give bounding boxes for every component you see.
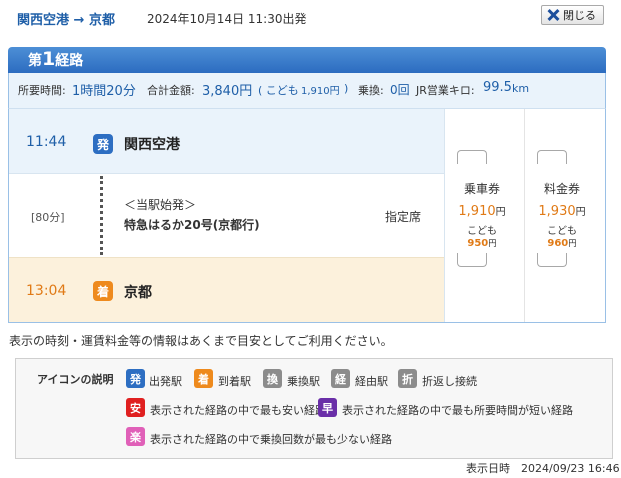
fare-bracket-top (537, 150, 567, 164)
seat-type: 指定席 (385, 210, 422, 224)
fare-child-value: 960 (547, 238, 569, 249)
fare-amount: 1,930円 (532, 203, 592, 219)
child-fare-value: 1,910円 (301, 86, 340, 97)
transfer-label: 乗換: (358, 84, 384, 97)
display-timestamp: 表示日時 2024/09/23 16:46 (466, 462, 620, 475)
fare-child-value: 950 (467, 238, 489, 249)
fare-name: 料金券 (543, 182, 580, 196)
segment-duration: [80分] (31, 211, 65, 224)
fare-label: 合計金額: (147, 84, 195, 97)
fare-unit: 円 (575, 207, 586, 218)
fare-amount-value: 1,930 (538, 204, 576, 219)
arrival-row (9, 257, 444, 322)
route-title: 関西空港 → 京都 (17, 13, 115, 28)
fare-child-unit: 円 (568, 238, 577, 248)
legend-fastest-icon: 早 (318, 398, 337, 417)
train-name: 特急はるか20号(京都行) (124, 218, 260, 232)
fare-divider (444, 109, 445, 322)
close-label: 閉じる (563, 9, 596, 22)
distance-unit: km (512, 82, 530, 95)
legend-cheapest-label: 表示された経路の中で最も安い経路 (150, 404, 326, 417)
legend-fastest-label: 表示された経路の中で最も所要時間が短い経路 (342, 404, 573, 417)
fare-bracket-bottom (457, 253, 487, 267)
fare-ticket: 乗車券 1,910円 こども 950円 (452, 180, 512, 249)
legend-departure-label: 出発駅 (149, 375, 182, 388)
departure-station: 関西空港 (124, 137, 180, 153)
fare-bracket-top (457, 150, 487, 164)
legend-departure-icon: 発 (126, 369, 145, 388)
fare-amount: 1,910円 (452, 203, 512, 219)
legend-easiest-icon: 楽 (126, 427, 145, 446)
arrival-time: 13:04 (26, 283, 67, 299)
route-tab-suffix: 経路 (55, 53, 84, 69)
departure-datetime: 2024年10月14日 11:30出発 (147, 12, 307, 26)
fare-bracket-bottom (537, 253, 567, 267)
child-open: ( こども (258, 84, 299, 97)
segment-line (100, 176, 103, 255)
fare-unit: 円 (495, 207, 506, 218)
route-tab-number: 1 (42, 48, 56, 70)
fare-child-amount: 960円 (532, 237, 592, 249)
fare-express: 料金券 1,930円 こども 960円 (532, 180, 592, 249)
close-icon (546, 8, 560, 22)
fare-child-amount: 950円 (452, 237, 512, 249)
route-tab: 第1経路 (8, 47, 606, 73)
distance-value: 99.5 (483, 80, 512, 95)
arrival-badge-icon: 着 (93, 281, 113, 301)
time-label: 所要時間: (18, 84, 66, 97)
route-summary: 所要時間: 1時間20分 合計金額: 3,840円 ( こども 1,910円 )… (8, 73, 606, 109)
legend-easiest-label: 表示された経路の中で乗換回数が最も少ない経路 (150, 433, 392, 446)
fare-child-label: こども (547, 226, 577, 237)
origin-note: ＜当駅始発＞ (124, 198, 197, 212)
legend-via-label: 経由駅 (355, 375, 388, 388)
fare-value: 3,840円 (202, 84, 253, 99)
fare-amount-value: 1,910 (458, 204, 496, 219)
departure-time: 11:44 (26, 134, 67, 150)
legend-via-icon: 経 (331, 369, 350, 388)
time-value: 1時間20分 (72, 84, 136, 99)
disclaimer-note: 表示の時刻・運賃料金等の情報はあくまで目安としてご利用ください。 (9, 334, 393, 348)
legend-turnback-label: 折返し接続 (422, 375, 477, 388)
legend-arrival-label: 到着駅 (218, 375, 251, 388)
fare-child-label: こども (467, 226, 497, 237)
distance-label: JR営業キロ: (416, 84, 475, 97)
fare-child-unit: 円 (488, 238, 497, 248)
route-tab-label: 第1経路 (28, 50, 83, 70)
legend-title: アイコンの説明 (37, 373, 114, 386)
legend-transfer-label: 乗換駅 (287, 375, 320, 388)
fare-divider-2 (524, 109, 525, 322)
legend-transfer-icon: 換 (263, 369, 282, 388)
close-button[interactable]: 閉じる (541, 5, 604, 25)
departure-badge-icon: 発 (93, 134, 113, 154)
route-tab-prefix: 第 (28, 53, 42, 69)
arrival-station: 京都 (124, 285, 152, 301)
fare-name: 乗車券 (463, 182, 500, 196)
child-close: ) (344, 82, 349, 95)
departure-row (9, 109, 444, 174)
legend-arrival-icon: 着 (194, 369, 213, 388)
legend-cheapest-icon: 安 (126, 398, 145, 417)
transfer-value: 0回 (390, 83, 410, 97)
legend-turnback-icon: 折 (398, 369, 417, 388)
